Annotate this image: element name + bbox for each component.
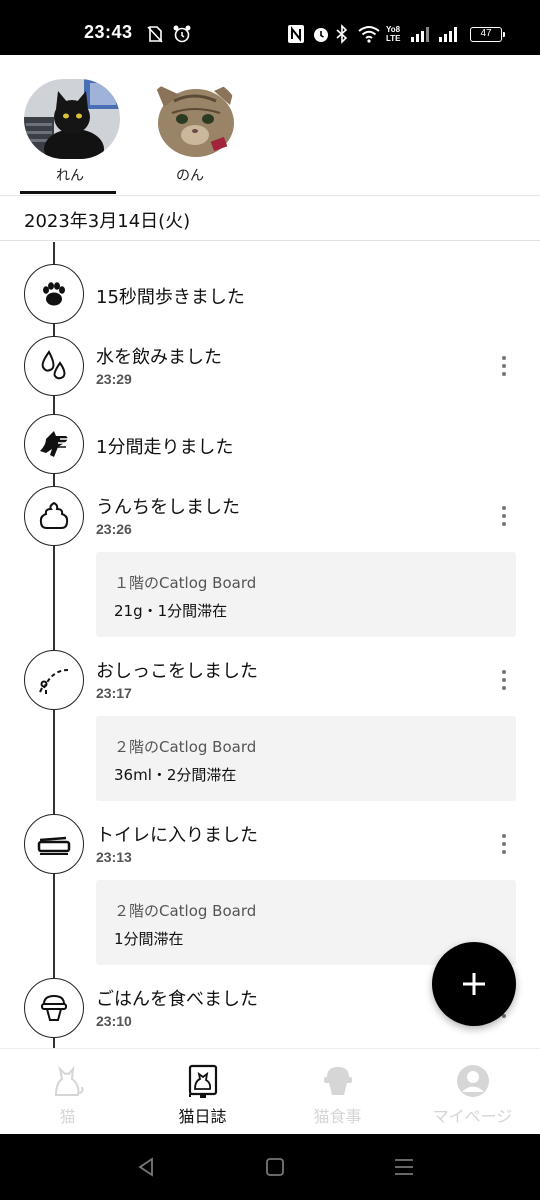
- menu-icon[interactable]: [392, 1155, 416, 1179]
- litter-box-icon: [24, 814, 84, 874]
- entry-title: 水を飲みました: [96, 347, 222, 368]
- battery-icon: 47: [470, 27, 505, 42]
- date-bar: 2023年3月14日(火): [0, 197, 540, 241]
- more-options-icon[interactable]: [494, 830, 514, 858]
- entry-time: 23:26: [96, 521, 132, 537]
- tabby-cat-photo: [144, 79, 240, 159]
- avatar: [24, 79, 120, 159]
- nav-item-cat[interactable]: 猫: [0, 1049, 135, 1135]
- svg-text:Yo8: Yo8: [386, 25, 401, 34]
- water-drops-icon: [24, 336, 84, 396]
- person-icon: [456, 1065, 489, 1097]
- sim-off-icon: [147, 26, 163, 43]
- avatar: [144, 79, 240, 159]
- cat-name: のん: [176, 168, 204, 184]
- entry-title: おしっこをしました: [96, 661, 258, 682]
- home-icon[interactable]: [263, 1155, 287, 1179]
- status-bar: 23:43 Yo8 LTE 47: [0, 0, 540, 55]
- bluetooth-icon: [336, 24, 348, 44]
- nav-item-cat-food[interactable]: 猫食事: [270, 1049, 405, 1135]
- entry-title: トイレに入りました: [96, 825, 258, 846]
- volte-icon: Yo8 LTE: [386, 25, 401, 43]
- nav-item-mypage[interactable]: マイページ: [405, 1049, 540, 1135]
- signal-icon: [411, 27, 429, 42]
- signal-icon: [439, 27, 457, 42]
- cat-tab-ren[interactable]: れん: [20, 55, 120, 196]
- alarm-icon: [314, 28, 328, 42]
- detail-info: 1分間滞在: [114, 930, 184, 948]
- timeline: 15秒間歩きました 水を飲みました 23:29 1分間走りました うんちをしまし…: [0, 242, 540, 1048]
- cat-tabs: れん のん: [0, 55, 540, 196]
- entry-time: 23:10: [96, 1013, 132, 1029]
- entry-title: うんちをしました: [96, 497, 240, 518]
- add-record-button[interactable]: [432, 942, 516, 1026]
- nav-label: マイページ: [432, 1107, 513, 1126]
- cat-tab-non[interactable]: のん: [140, 55, 240, 196]
- entry-time: 23:29: [96, 371, 132, 387]
- nav-label: 猫日誌: [178, 1107, 227, 1126]
- black-cat-photo: [24, 79, 120, 159]
- selected-indicator: [20, 191, 116, 194]
- board-name: ２階のCatlog Board: [114, 902, 257, 920]
- paw-icon: [24, 264, 84, 324]
- bottom-nav: 猫 猫日誌 猫食事 マイページ: [0, 1048, 540, 1134]
- more-options-icon[interactable]: [494, 352, 514, 380]
- more-options-icon[interactable]: [494, 666, 514, 694]
- detail-info: 36ml・2分間滞在: [114, 766, 237, 784]
- system-nav-bar: [0, 1134, 540, 1200]
- running-cat-icon: [24, 414, 84, 474]
- detail-info: 21g・1分間滞在: [114, 602, 228, 620]
- cat-icon: [54, 1065, 83, 1096]
- alarm-clock-icon: [173, 25, 191, 43]
- poop-icon: [24, 486, 84, 546]
- cat-food-icon: [323, 1067, 352, 1095]
- entry-time: 23:13: [96, 849, 132, 865]
- date-label: 2023年3月14日(火): [24, 211, 191, 232]
- cat-diary-icon: [188, 1064, 217, 1098]
- svg-text:LTE: LTE: [386, 34, 401, 43]
- board-name: １階のCatlog Board: [114, 574, 257, 592]
- board-name: ２階のCatlog Board: [114, 738, 257, 756]
- detail-card[interactable]: ２階のCatlog Board 36ml・2分間滞在: [96, 716, 516, 801]
- detail-card[interactable]: １階のCatlog Board 21g・1分間滞在: [96, 552, 516, 637]
- food-bowl-icon: [24, 978, 84, 1038]
- entry-title: 15秒間歩きました: [96, 287, 245, 308]
- nfc-icon: [288, 25, 304, 43]
- wifi-icon: [358, 26, 380, 43]
- plus-icon: [463, 973, 485, 995]
- nav-item-cat-diary[interactable]: 猫日誌: [135, 1049, 270, 1135]
- more-options-icon[interactable]: [494, 502, 514, 530]
- nav-label: 猫: [59, 1107, 76, 1126]
- back-icon[interactable]: [134, 1155, 158, 1179]
- entry-title: 1分間走りました: [96, 437, 234, 458]
- cat-name: れん: [56, 168, 84, 184]
- nav-label: 猫食事: [313, 1107, 362, 1126]
- status-time: 23:43: [84, 22, 133, 42]
- entry-time: 23:17: [96, 685, 132, 701]
- entry-title: ごはんを食べました: [96, 989, 258, 1010]
- pee-icon: [24, 650, 84, 710]
